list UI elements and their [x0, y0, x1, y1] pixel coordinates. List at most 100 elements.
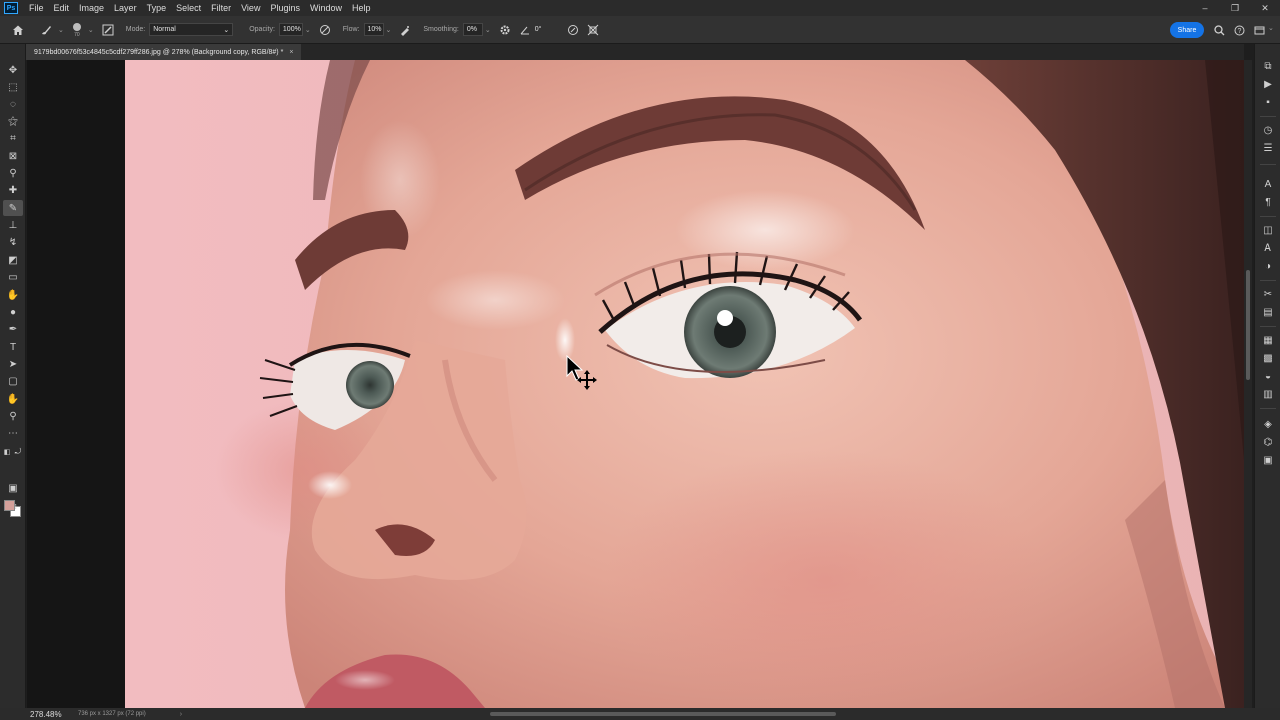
- frame-tool-icon[interactable]: ⊠: [3, 148, 23, 164]
- pressure-size-icon[interactable]: [563, 20, 583, 40]
- home-icon[interactable]: [8, 20, 28, 40]
- menu-view[interactable]: View: [236, 0, 265, 16]
- paths-icon[interactable]: ⌬: [1258, 434, 1278, 450]
- quick-mask-icon[interactable]: ▣: [3, 480, 23, 496]
- document-canvas[interactable]: [125, 60, 1244, 708]
- brush-settings-icon[interactable]: [98, 20, 118, 40]
- swap-colors-icon[interactable]: ⤾: [13, 444, 23, 460]
- history-icon[interactable]: ◷: [1258, 122, 1278, 138]
- comments-icon[interactable]: ▪: [1258, 94, 1278, 110]
- clipboard-icon[interactable]: ▤: [1258, 304, 1278, 320]
- chevron-down-icon[interactable]: ⌄: [386, 26, 392, 34]
- brush-angle-value[interactable]: 0°: [535, 26, 542, 33]
- dodge-tool-icon[interactable]: ●: [3, 304, 23, 320]
- eraser-tool-icon[interactable]: ◩: [3, 252, 23, 268]
- menu-plugins[interactable]: Plugins: [265, 0, 305, 16]
- healing-tool-icon[interactable]: ✚: [3, 182, 23, 198]
- smoothing-input[interactable]: 0%: [462, 23, 483, 36]
- chevron-down-icon[interactable]: ⌄: [1268, 24, 1274, 32]
- airbrush-icon[interactable]: [395, 20, 415, 40]
- actions-play-icon[interactable]: ▶: [1258, 76, 1278, 92]
- menu-select[interactable]: Select: [171, 0, 206, 16]
- type-tool-icon[interactable]: T: [3, 339, 23, 355]
- document-tab[interactable]: 9179bd00676f53c4845c5cdf279ff286.jpg @ 2…: [26, 44, 302, 60]
- document-tab-title: 9179bd00676f53c4845c5cdf279ff286.jpg @ 2…: [34, 48, 284, 56]
- brush-size-picker[interactable]: 70: [68, 20, 86, 40]
- stamp-tool-icon[interactable]: ⊥: [3, 217, 23, 233]
- canvas-workspace: [27, 60, 1244, 708]
- smoothing-settings-gear-icon[interactable]: [495, 20, 515, 40]
- chevron-down-icon[interactable]: ⌄: [485, 26, 491, 34]
- foreground-color-swatch[interactable]: [4, 500, 15, 511]
- menu-file[interactable]: File: [24, 0, 49, 16]
- smoothing-label: Smoothing:: [423, 26, 459, 33]
- menu-image[interactable]: Image: [74, 0, 109, 16]
- chevron-down-icon[interactable]: ⌄: [88, 26, 94, 34]
- svg-text:?: ?: [1237, 28, 1241, 35]
- layers-icon[interactable]: ◈: [1258, 416, 1278, 432]
- history-brush-tool-icon[interactable]: ↯: [3, 234, 23, 250]
- chevron-down-icon[interactable]: ⌄: [305, 26, 311, 34]
- libraries-icon[interactable]: ◫: [1258, 222, 1278, 238]
- brush-settings-panel-icon[interactable]: ⧉: [1258, 58, 1278, 74]
- glyphs-icon[interactable]: Ꭺ: [1258, 240, 1278, 256]
- magic-wand-tool-icon[interactable]: ⚝: [3, 113, 23, 129]
- restore-button[interactable]: ❐: [1220, 0, 1250, 16]
- default-colors-icon[interactable]: ◧: [2, 444, 12, 460]
- smudge-tool-icon[interactable]: ✋: [3, 287, 23, 303]
- hand-tool-icon[interactable]: ✋: [3, 391, 23, 407]
- status-menu-arrow-icon[interactable]: ›: [180, 711, 182, 718]
- zoom-tool-icon[interactable]: ⚲: [3, 408, 23, 424]
- flow-input[interactable]: 10%: [363, 23, 384, 36]
- channels-icon[interactable]: ▣: [1258, 452, 1278, 468]
- more-tools-icon[interactable]: ⋯: [3, 425, 23, 441]
- vertical-scrollbar[interactable]: [1244, 60, 1252, 708]
- menu-help[interactable]: Help: [347, 0, 376, 16]
- help-icon[interactable]: ?: [1229, 20, 1249, 40]
- lasso-tool-icon[interactable]: ◌: [3, 96, 23, 112]
- opacity-input[interactable]: 100%: [278, 23, 303, 36]
- pressure-opacity-icon[interactable]: [315, 20, 335, 40]
- gradient-tool-icon[interactable]: ▭: [3, 269, 23, 285]
- marquee-tool-icon[interactable]: ⬚: [3, 79, 23, 95]
- eyedropper-tool-icon[interactable]: ⚲: [3, 165, 23, 181]
- horizontal-scroll-thumb[interactable]: [490, 712, 836, 716]
- tools-scissors-icon[interactable]: ✂: [1258, 286, 1278, 302]
- status-bar: 278.48% 736 px x 1327 px (72 ppi) ›: [0, 708, 1280, 720]
- minimize-button[interactable]: –: [1190, 0, 1220, 16]
- menu-window[interactable]: Window: [305, 0, 347, 16]
- move-tool-icon[interactable]: ✥: [3, 62, 23, 78]
- pen-tool-icon[interactable]: ✒: [3, 321, 23, 337]
- adjustments-icon[interactable]: ◒: [1258, 368, 1278, 384]
- gradients-icon[interactable]: ▥: [1258, 386, 1278, 402]
- menu-bar: Ps File Edit Image Layer Type Select Fil…: [0, 0, 1280, 16]
- brush-preset-icon[interactable]: [36, 20, 56, 40]
- search-icon[interactable]: [1209, 20, 1229, 40]
- symmetry-icon[interactable]: [583, 20, 603, 40]
- document-info[interactable]: 736 px x 1327 px (72 ppi): [78, 711, 146, 717]
- character-icon[interactable]: A: [1258, 176, 1278, 192]
- zoom-level[interactable]: 278.48%: [30, 710, 70, 719]
- paragraph-icon[interactable]: ¶: [1258, 194, 1278, 210]
- chevron-down-icon[interactable]: ⌄: [58, 26, 64, 34]
- rectangle-tool-icon[interactable]: ▢: [3, 373, 23, 389]
- share-button[interactable]: Share: [1170, 22, 1204, 38]
- patterns-icon[interactable]: ▩: [1258, 350, 1278, 366]
- close-icon[interactable]: ×: [289, 49, 293, 56]
- workspace-icon[interactable]: [1249, 20, 1269, 40]
- menu-layer[interactable]: Layer: [109, 0, 142, 16]
- properties-icon[interactable]: ☰: [1258, 140, 1278, 156]
- menu-filter[interactable]: Filter: [206, 0, 236, 16]
- mode-label: Mode:: [125, 26, 146, 33]
- path-selection-tool-icon[interactable]: ➤: [3, 356, 23, 372]
- mode-select[interactable]: Normal ⌄: [149, 23, 234, 36]
- portrait-photo: [125, 60, 1244, 708]
- brush-tool-icon[interactable]: ✎: [3, 200, 23, 216]
- crop-tool-icon[interactable]: ⌗: [3, 130, 23, 146]
- swatches-icon[interactable]: ▦: [1258, 332, 1278, 348]
- close-window-button[interactable]: ✕: [1250, 0, 1280, 16]
- menu-type[interactable]: Type: [142, 0, 172, 16]
- vertical-scroll-thumb[interactable]: [1246, 270, 1250, 380]
- color-wheel-icon[interactable]: ◑: [1258, 258, 1278, 274]
- menu-edit[interactable]: Edit: [49, 0, 75, 16]
